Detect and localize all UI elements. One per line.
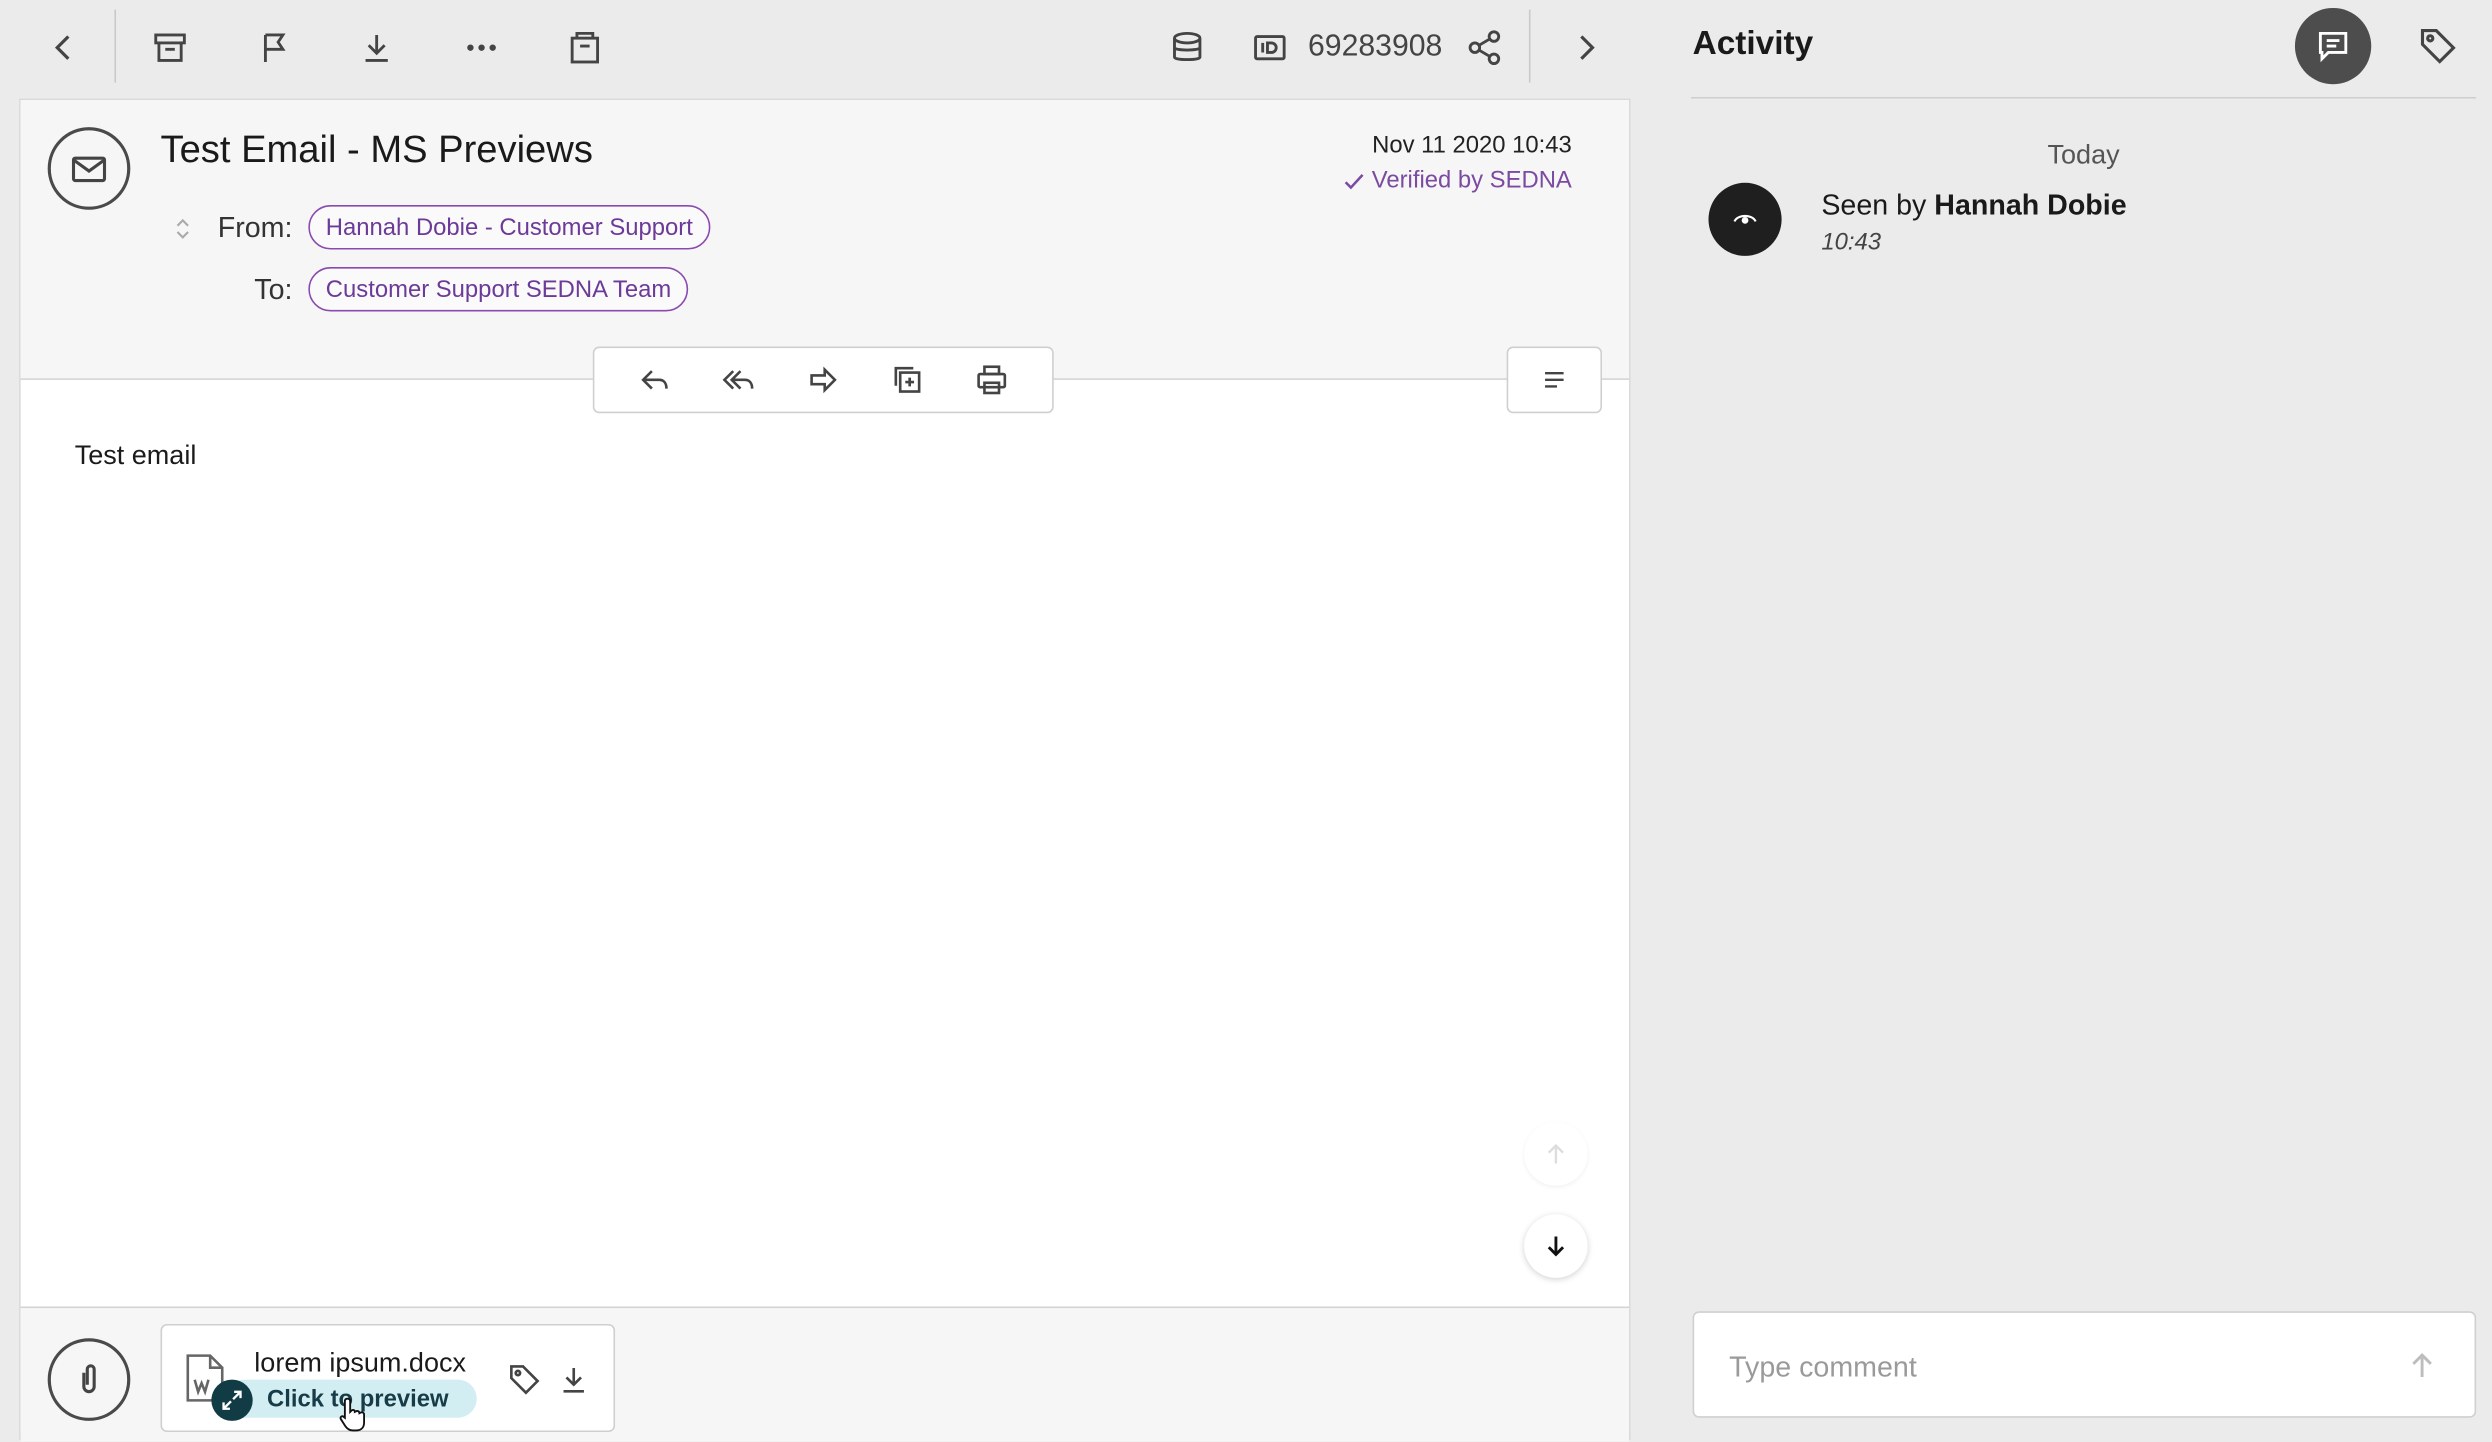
attachment-download-button[interactable] (551, 1357, 596, 1402)
hand-pointer-cursor-icon (339, 1397, 366, 1432)
more-button[interactable] (450, 16, 514, 80)
scroll-up-button[interactable] (1524, 1122, 1588, 1186)
share-button[interactable] (1453, 16, 1517, 80)
seen-prefix: Seen by (1821, 189, 1927, 221)
copy-plus-icon (894, 366, 921, 393)
forward-button[interactable] (795, 351, 852, 408)
flag-icon (263, 33, 286, 62)
share-icon (1468, 30, 1501, 66)
tag-icon (510, 1365, 540, 1395)
arrow-up-icon (2412, 1353, 2432, 1377)
forward-icon (810, 366, 837, 394)
toolbar-divider (1528, 9, 1531, 83)
email-header: Test Email - MS Previews Nov 11 2020 10:… (20, 100, 1630, 380)
activity-title: Activity (1692, 25, 1814, 62)
verified-text: Verified by SEDNA (1371, 166, 1572, 194)
next-button[interactable] (1554, 16, 1618, 80)
print-button[interactable] (962, 351, 1019, 408)
back-button[interactable] (32, 16, 96, 80)
activity-day-header: Today (2047, 139, 2120, 171)
paperclip-icon (82, 1364, 96, 1394)
expand-recipients-toggle[interactable] (170, 211, 199, 249)
file-box-button[interactable] (553, 16, 617, 80)
reply-icon (641, 370, 669, 390)
envelope-icon (47, 127, 131, 210)
to-contact-chip[interactable]: Customer Support SEDNA Team (308, 267, 689, 312)
comment-composer (1692, 1311, 2477, 1418)
seen-event-time: 10:43 (1821, 228, 1882, 256)
download-icon (563, 1367, 584, 1393)
more-horizontal-icon (467, 44, 496, 51)
id-card-icon (1254, 35, 1286, 61)
attachments-bar: lorem ipsum.docx Click to preview (20, 1306, 1630, 1442)
reply-all-button[interactable] (711, 351, 768, 408)
archive-icon (154, 33, 186, 62)
toolbar-divider (114, 9, 117, 83)
expand-icon[interactable] (211, 1379, 253, 1421)
download-button[interactable] (345, 16, 409, 80)
print-icon (976, 365, 1006, 395)
archive-button[interactable] (138, 16, 202, 80)
attach-button[interactable] (47, 1338, 131, 1421)
email-body: Test email (74, 440, 197, 471)
file-box-icon (570, 31, 600, 64)
tags-tab-button[interactable] (2406, 14, 2470, 78)
reply-all-icon (722, 370, 754, 390)
email-subject: Test Email - MS Previews (160, 128, 593, 172)
scroll-down-button[interactable] (1524, 1214, 1588, 1278)
from-contact-chip[interactable]: Hannah Dobie - Customer Support (308, 205, 711, 250)
chevron-left-icon (54, 35, 70, 60)
attachment-card[interactable]: lorem ipsum.docx Click to preview (160, 1323, 616, 1433)
chevron-up-down-icon (176, 218, 189, 239)
record-id: 69283908 (1307, 30, 1443, 64)
comment-input[interactable] (1725, 1335, 2369, 1399)
download-icon (365, 34, 388, 62)
email-viewer: Test Email - MS Previews Nov 11 2020 10:… (19, 98, 1631, 1442)
send-comment-button[interactable] (2401, 1345, 2442, 1386)
database-icon (1173, 31, 1202, 62)
from-label: From: (217, 211, 293, 244)
seen-event-text: Seen by Hannah Dobie (1821, 189, 2126, 222)
duplicate-button[interactable] (879, 351, 936, 408)
lines-icon (1545, 372, 1564, 388)
email-date: Nov 11 2020 10:43 (1372, 131, 1572, 159)
comments-tab-button[interactable] (2294, 7, 2372, 85)
seen-user: Hannah Dobie (1934, 189, 2127, 221)
arrow-down-icon (1547, 1236, 1565, 1257)
comment-icon (2318, 31, 2348, 63)
eye-icon (1733, 214, 1757, 224)
reply-button[interactable] (627, 351, 684, 408)
attachment-filename: lorem ipsum.docx (254, 1347, 467, 1379)
chevron-right-icon (1580, 35, 1595, 60)
to-label: To: (254, 273, 293, 306)
attachment-tag-button[interactable] (502, 1357, 547, 1402)
id-badge (1238, 16, 1302, 80)
flag-button[interactable] (243, 16, 307, 80)
activity-divider (1691, 96, 2477, 99)
check-icon (1344, 173, 1364, 189)
email-action-bar (592, 346, 1054, 414)
seen-event-avatar (1708, 182, 1782, 256)
tag-icon (2420, 29, 2456, 64)
database-button[interactable] (1155, 16, 1219, 80)
arrow-up-icon (1547, 1143, 1564, 1164)
email-menu-button[interactable] (1506, 346, 1603, 414)
verified-status: Verified by SEDNA (1342, 167, 1572, 194)
